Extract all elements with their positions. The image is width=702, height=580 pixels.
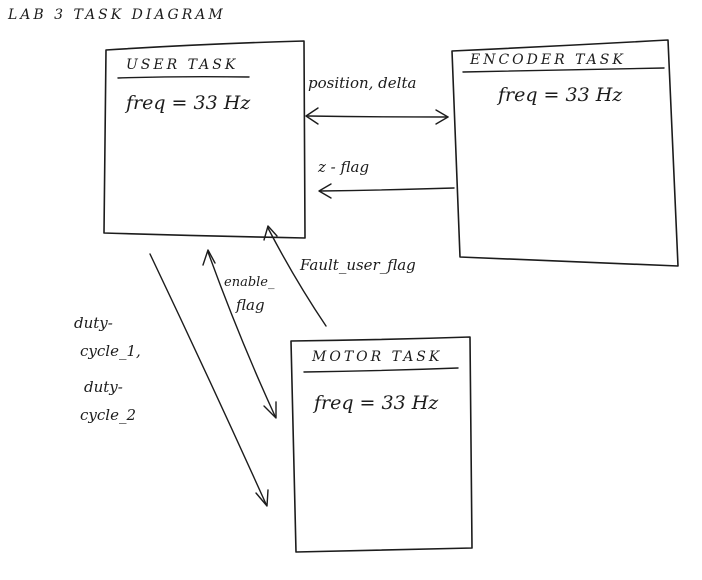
- position-delta-arrow: [305, 107, 449, 125]
- position-delta-label: position, delta: [308, 74, 417, 92]
- motor-task-title: MOTOR TASK: [312, 349, 443, 365]
- motor-task-box: [290, 336, 473, 553]
- encoder-task-title: ENCODER TASK: [470, 52, 626, 68]
- diagram-title: LAB 3 TASK DIAGRAM: [8, 7, 226, 23]
- duty-cycle-label-line2: cycle_1,: [80, 342, 141, 360]
- enable-flag-label-line1: enable_: [224, 275, 275, 290]
- duty-cycle-label-line1: duty-: [74, 314, 113, 332]
- motor-task-freq: freq = 33 Hz: [314, 392, 439, 414]
- user-task-freq: freq = 33 Hz: [126, 92, 251, 114]
- z-flag-label: z - flag: [318, 158, 370, 176]
- user-task-title: USER TASK: [126, 57, 239, 73]
- enable-flag-label-line2: flag: [236, 296, 265, 314]
- fault-user-flag-label: Fault_user_flag: [300, 256, 416, 274]
- duty-cycle-label-line3: duty-: [84, 378, 123, 396]
- duty-cycle-arrow: [149, 253, 269, 507]
- task-diagram-canvas: LAB 3 TASK DIAGRAM USER TASK freq = 33 H…: [0, 0, 702, 580]
- z-flag-arrow: [318, 183, 455, 199]
- duty-cycle-label-line4: cycle_2: [80, 406, 136, 424]
- encoder-task-freq: freq = 33 Hz: [498, 84, 623, 106]
- encoder-task-box: [451, 39, 679, 267]
